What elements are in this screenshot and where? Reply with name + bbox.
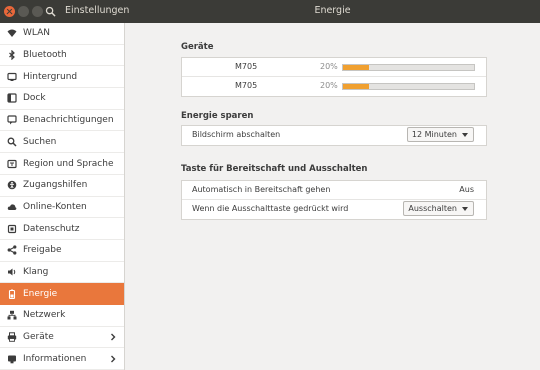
- sidebar-item-dock[interactable]: Dock: [0, 88, 124, 110]
- chevron-right-icon: [111, 333, 116, 341]
- sidebar-item-wlan[interactable]: WLAN: [0, 23, 124, 45]
- suspend-section-title: Taste für Bereitschaft und Ausschalten: [181, 164, 368, 174]
- sidebar-item-label: Hintergrund: [23, 71, 78, 82]
- sidebar-item-label: Datenschutz: [23, 223, 80, 234]
- dock-icon: [7, 93, 17, 104]
- device-battery-percent: 20%: [320, 62, 338, 71]
- device-battery-bar: [342, 64, 475, 71]
- auto-suspend-label: Automatisch in Bereitschaft gehen: [192, 185, 331, 194]
- sidebar-item-online-konten[interactable]: Online-Konten: [0, 197, 124, 219]
- sidebar-item-region[interactable]: Region und Sprache: [0, 153, 124, 175]
- sidebar: WLAN Bluetooth Hintergrund Dock Benachri…: [0, 23, 125, 370]
- bluetooth-icon: [9, 50, 15, 61]
- sidebar-item-label: Region und Sprache: [23, 158, 114, 169]
- sidebar-item-label: Netzwerk: [23, 310, 66, 321]
- wifi-icon: [7, 29, 17, 38]
- background-icon: [7, 72, 17, 81]
- notification-icon: [7, 115, 17, 125]
- battery-icon: [8, 289, 16, 299]
- sidebar-item-label: Zugangshilfen: [23, 180, 88, 191]
- sidebar-item-klang[interactable]: Klang: [0, 262, 124, 284]
- network-icon: [7, 311, 17, 320]
- printer-icon: [7, 332, 17, 342]
- caret-down-icon: [462, 132, 468, 137]
- sidebar-item-datenschutz[interactable]: Datenschutz: [0, 218, 124, 240]
- screen-off-label: Bildschirm abschalten: [192, 130, 281, 139]
- sound-icon: [8, 268, 16, 276]
- sidebar-item-zugangshilfen[interactable]: Zugangshilfen: [0, 175, 124, 197]
- device-name: M705: [235, 62, 258, 71]
- screen-off-row: Bildschirm abschalten 12 Minuten: [182, 126, 486, 145]
- screen-off-value: 12 Minuten: [411, 130, 457, 139]
- sidebar-item-label: WLAN: [23, 28, 51, 39]
- device-row: M705 20%: [182, 58, 486, 77]
- power-button-value: Ausschalten: [408, 204, 457, 213]
- info-icon: [8, 355, 16, 364]
- region-icon: [7, 159, 17, 168]
- cloud-icon: [7, 204, 17, 210]
- sidebar-item-label: Suchen: [23, 136, 57, 147]
- power-saving-section-title: Energie sparen: [181, 111, 254, 121]
- power-button-row: Wenn die Ausschalttaste gedrückt wird Au…: [182, 200, 486, 219]
- sidebar-item-geraete[interactable]: Geräte: [0, 327, 124, 349]
- devices-list: M705 20% M705 20%: [181, 57, 487, 97]
- sidebar-item-label: Dock: [23, 93, 46, 104]
- battery-level-fill: [343, 65, 370, 70]
- sidebar-item-informationen[interactable]: Informationen: [0, 349, 124, 370]
- power-button-dropdown[interactable]: Ausschalten: [403, 201, 474, 216]
- sidebar-item-netzwerk[interactable]: Netzwerk: [0, 305, 124, 327]
- sidebar-item-suchen[interactable]: Suchen: [0, 132, 124, 154]
- power-saving-list: Bildschirm abschalten 12 Minuten: [181, 125, 487, 146]
- privacy-icon: [7, 224, 17, 233]
- sidebar-item-bluetooth[interactable]: Bluetooth: [0, 45, 124, 67]
- device-battery-bar: [342, 83, 475, 90]
- sidebar-item-benachrichtigungen[interactable]: Benachrichtigungen: [0, 110, 124, 132]
- title-bar: Einstellungen Energie: [0, 0, 540, 23]
- share-icon: [7, 245, 17, 255]
- sidebar-item-hintergrund[interactable]: Hintergrund: [0, 66, 124, 89]
- accessibility-icon: [7, 180, 17, 190]
- devices-section-title: Geräte: [181, 42, 214, 52]
- battery-level-fill: [343, 84, 370, 89]
- sidebar-item-label: Energie: [23, 288, 58, 299]
- sidebar-item-freigabe[interactable]: Freigabe: [0, 240, 124, 262]
- caret-down-icon: [462, 206, 468, 211]
- chevron-right-icon: [111, 355, 116, 363]
- device-name: M705: [235, 81, 258, 90]
- auto-suspend-value: Aus: [459, 185, 474, 194]
- screen-off-dropdown[interactable]: 12 Minuten: [406, 127, 474, 142]
- page-title: Energie: [314, 5, 351, 16]
- sidebar-item-label: Online-Konten: [23, 201, 87, 212]
- sidebar-item-label: Klang: [23, 267, 49, 278]
- auto-suspend-row[interactable]: Automatisch in Bereitschaft gehen Aus: [182, 181, 486, 200]
- search-icon: [7, 137, 17, 147]
- device-row: M705 20%: [182, 77, 486, 96]
- power-button-label: Wenn die Ausschalttaste gedrückt wird: [192, 204, 349, 213]
- sidebar-item-label: Geräte: [23, 332, 54, 343]
- sidebar-item-label: Informationen: [23, 353, 87, 364]
- sidebar-item-label: Bluetooth: [23, 50, 67, 61]
- sidebar-item-label: Freigabe: [23, 245, 62, 256]
- main-panel: Geräte M705 20% M705 20% Energie sparen …: [126, 23, 540, 370]
- suspend-list: Automatisch in Bereitschaft gehen Aus We…: [181, 180, 487, 220]
- device-battery-percent: 20%: [320, 81, 338, 90]
- sidebar-item-label: Benachrichtigungen: [23, 115, 114, 126]
- sidebar-item-energie[interactable]: Energie: [0, 283, 124, 306]
